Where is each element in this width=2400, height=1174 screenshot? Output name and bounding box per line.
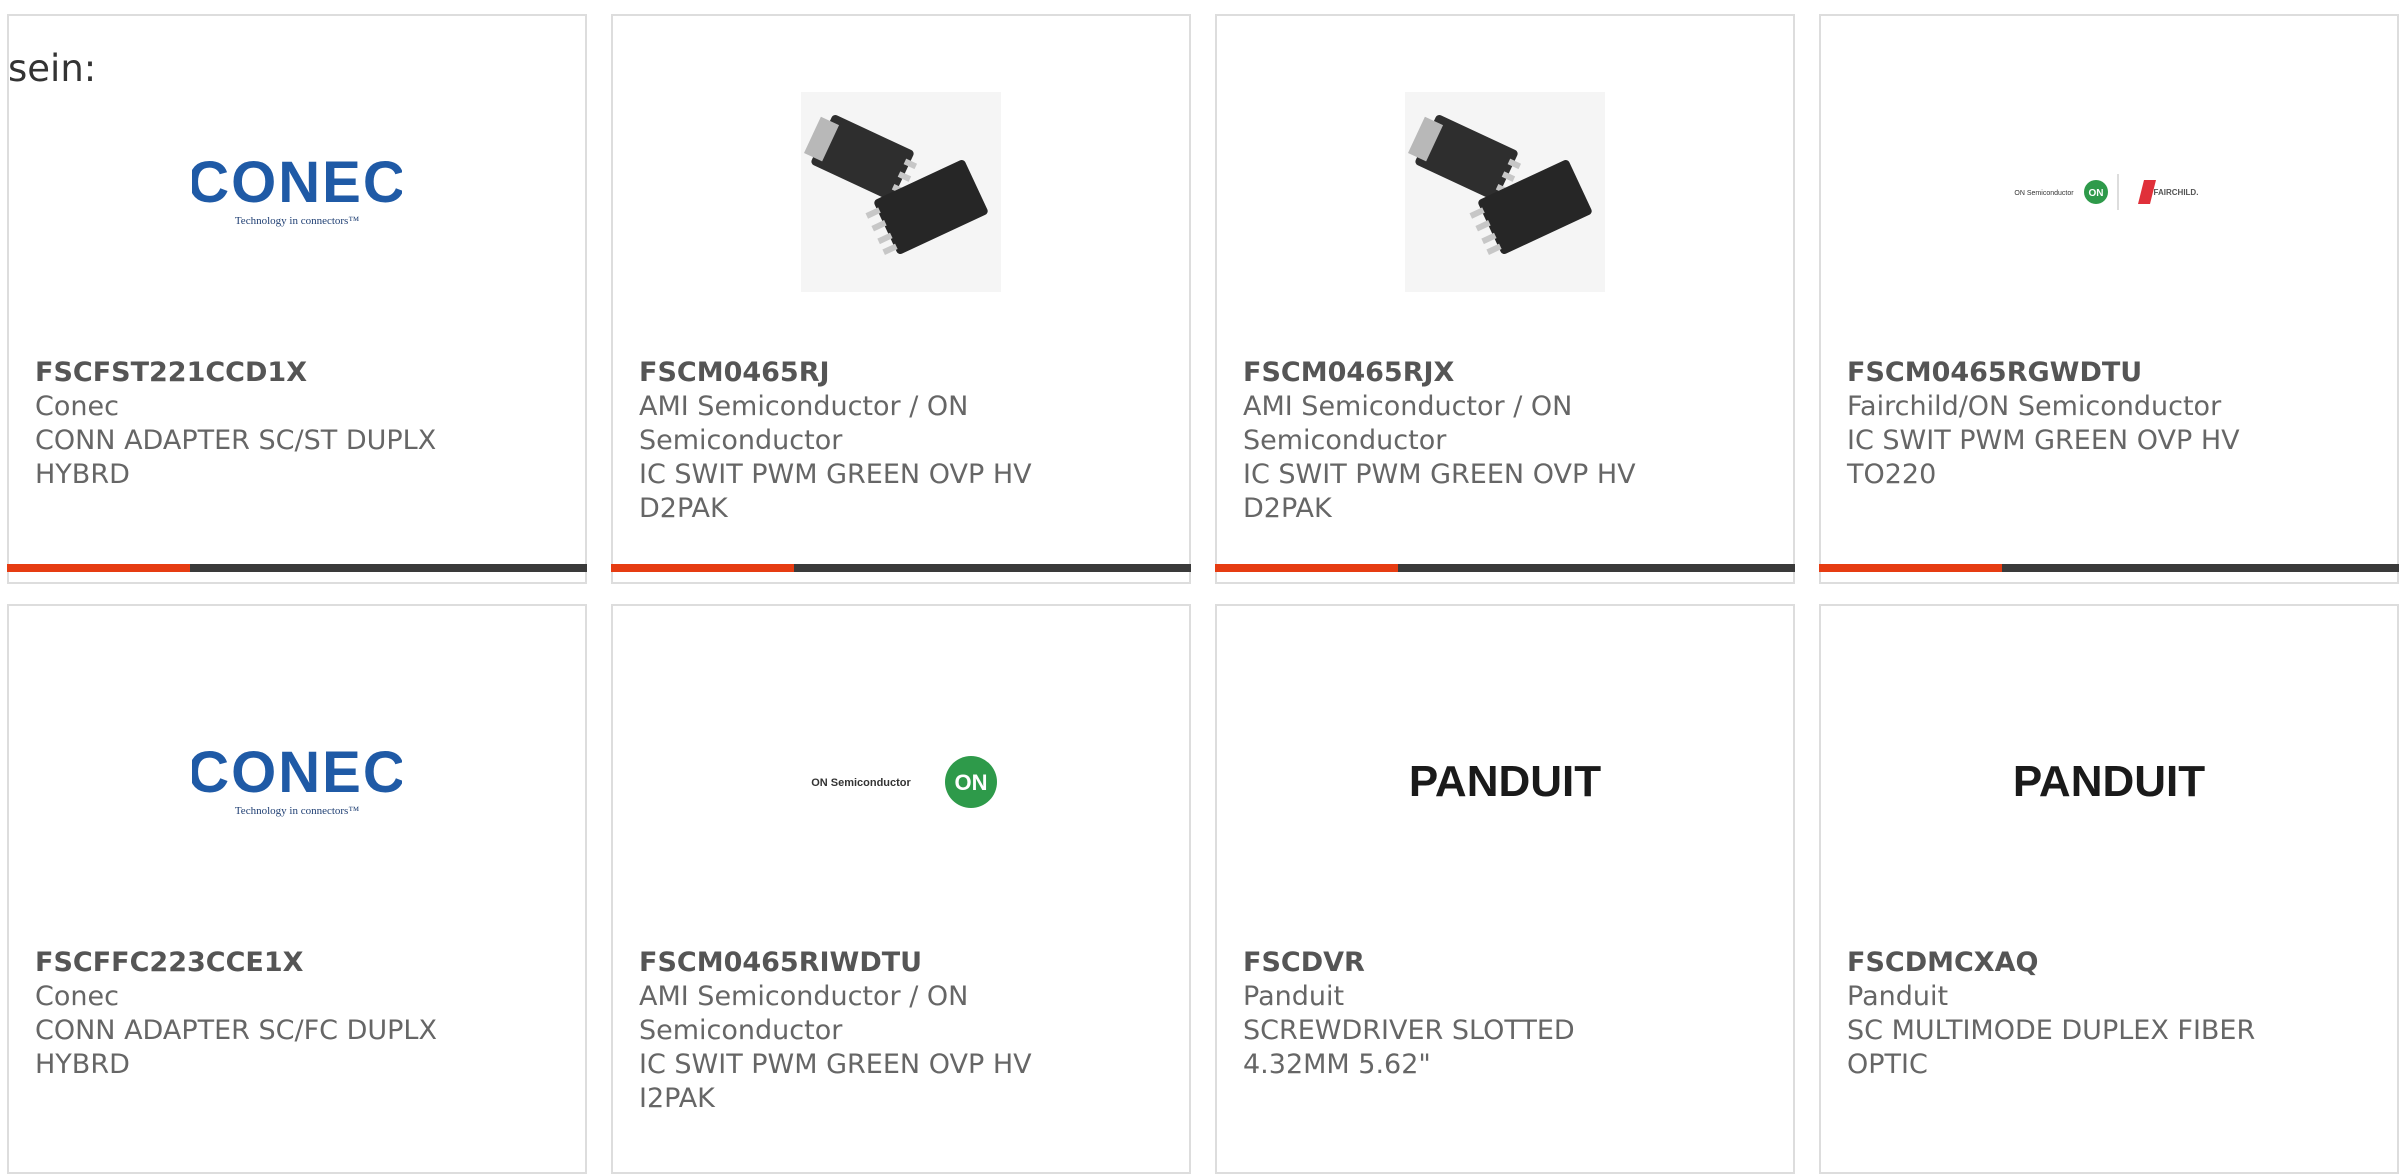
product-info: FSCM0465RGWDTU Fairchild/ON Semiconducto…	[1847, 356, 2277, 492]
manufacturer: Panduit	[1243, 981, 1345, 1012]
logo-wordmark: PANDUIT	[1409, 757, 1601, 806]
card-progress-bar	[1215, 564, 1795, 572]
product-grid: CONEC Technology in connectors™ FSCFST22…	[0, 0, 2400, 1174]
logo-wordmark: CONEC	[192, 152, 402, 215]
manufacturer: AMI Semiconductor / ON Semiconductor	[1243, 391, 1573, 456]
description: CONN ADAPTER SC/FC DUPLX HYBRD	[35, 1015, 437, 1080]
description: IC SWIT PWM GREEN OVP HV D2PAK	[639, 459, 1032, 524]
part-number[interactable]: FSCDVR	[1243, 946, 1673, 980]
part-number[interactable]: FSCFST221CCD1X	[35, 356, 465, 390]
product-info: FSCDMCXAQ Panduit SC MULTIMODE DUPLEX FI…	[1847, 946, 2277, 1082]
on-badge: ON	[955, 770, 988, 795]
product-card[interactable]: CONEC Technology in connectors™ FSCFFC22…	[7, 604, 587, 1174]
card-progress-bar	[1819, 564, 2399, 572]
d2pak-chip-photo	[1217, 82, 1793, 302]
part-number[interactable]: FSCM0465RGWDTU	[1847, 356, 2277, 390]
conec-logo: CONEC Technology in connectors™	[9, 672, 585, 892]
product-card[interactable]: FSCM0465RJ AMI Semiconductor / ON Semico…	[611, 14, 1191, 584]
panduit-logo: PANDUIT	[1217, 672, 1793, 892]
card-progress-bar	[611, 564, 1191, 572]
part-number[interactable]: FSCFFC223CCE1X	[35, 946, 465, 980]
product-card[interactable]: PANDUIT FSCDVR Panduit SCREWDRIVER SLOTT…	[1215, 604, 1795, 1174]
panduit-logo: PANDUIT	[1821, 672, 2397, 892]
product-info: FSCDVR Panduit SCREWDRIVER SLOTTED 4.32M…	[1243, 946, 1673, 1082]
product-info: FSCFST221CCD1X Conec CONN ADAPTER SC/ST …	[35, 356, 465, 492]
manufacturer: AMI Semiconductor / ON Semiconductor	[639, 981, 969, 1046]
part-number[interactable]: FSCM0465RIWDTU	[639, 946, 1069, 980]
manufacturer: Fairchild/ON Semiconductor	[1847, 391, 2222, 422]
logo-wordmark: ON Semiconductor	[2014, 190, 2074, 197]
logo-tagline: Technology in connectors™	[235, 215, 359, 227]
product-card[interactable]: PANDUIT FSCDMCXAQ Panduit SC MULTIMODE D…	[1819, 604, 2399, 1174]
description: SCREWDRIVER SLOTTED 4.32MM 5.62"	[1243, 1015, 1575, 1080]
logo-wordmark: PANDUIT	[2013, 757, 2205, 806]
logo-wordmark: CONEC	[192, 742, 402, 805]
logo-wordmark: ON Semiconductor	[811, 777, 911, 789]
d2pak-chip-photo	[613, 82, 1189, 302]
part-number[interactable]: FSCM0465RJX	[1243, 356, 1673, 390]
description: IC SWIT PWM GREEN OVP HV D2PAK	[1243, 459, 1636, 524]
manufacturer: AMI Semiconductor / ON Semiconductor	[639, 391, 969, 456]
part-number[interactable]: FSCDMCXAQ	[1847, 946, 2277, 980]
product-info: FSCM0465RJ AMI Semiconductor / ON Semico…	[639, 356, 1069, 526]
description: IC SWIT PWM GREEN OVP HV I2PAK	[639, 1049, 1032, 1114]
product-info: FSCFFC223CCE1X Conec CONN ADAPTER SC/FC …	[35, 946, 465, 1082]
on-fairchild-logo: ON Semiconductor ON FAIRCHILD.	[1821, 82, 2397, 302]
product-card[interactable]: ON Semiconductor ON FAIRCHILD. FSCM0465R…	[1819, 14, 2399, 584]
manufacturer: Conec	[35, 391, 119, 422]
svg-text:ON: ON	[2089, 188, 2104, 199]
manufacturer: Conec	[35, 981, 119, 1012]
product-info: FSCM0465RIWDTU AMI Semiconductor / ON Se…	[639, 946, 1069, 1116]
description: IC SWIT PWM GREEN OVP HV TO220	[1847, 425, 2240, 490]
logo-tagline: FAIRCHILD.	[2154, 188, 2199, 197]
description: CONN ADAPTER SC/ST DUPLX HYBRD	[35, 425, 437, 490]
part-number[interactable]: FSCM0465RJ	[639, 356, 1069, 390]
description: SC MULTIMODE DUPLEX FIBER OPTIC	[1847, 1015, 2256, 1080]
product-info: FSCM0465RJX AMI Semiconductor / ON Semic…	[1243, 356, 1673, 526]
product-card[interactable]: FSCM0465RJX AMI Semiconductor / ON Semic…	[1215, 14, 1795, 584]
conec-logo: CONEC Technology in connectors™	[9, 82, 585, 302]
product-card[interactable]: CONEC Technology in connectors™ FSCFST22…	[7, 14, 587, 584]
logo-tagline: Technology in connectors™	[235, 805, 359, 817]
manufacturer: Panduit	[1847, 981, 1949, 1012]
card-progress-bar	[7, 564, 587, 572]
product-card[interactable]: ON Semiconductor ON FSCM0465RIWDTU AMI S…	[611, 604, 1191, 1174]
on-semiconductor-logo: ON Semiconductor ON	[613, 672, 1189, 892]
